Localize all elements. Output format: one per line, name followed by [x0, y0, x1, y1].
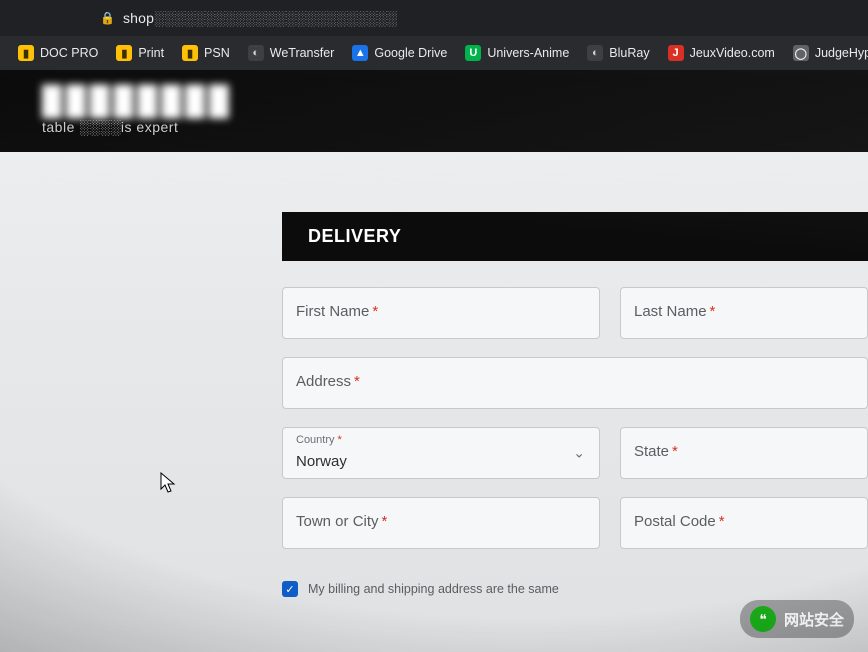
- postal-input[interactable]: [620, 497, 868, 549]
- lock-icon: 🔒: [100, 11, 115, 25]
- bookmark-print[interactable]: ▮Print: [110, 41, 170, 65]
- town-field-wrap: Town or City*: [282, 497, 600, 549]
- bookmark-bluray[interactable]: ◐BluRay: [581, 41, 655, 65]
- postal-field-wrap: Postal Code*: [620, 497, 868, 549]
- same-billing-row: ✓ My billing and shipping address are th…: [282, 581, 868, 597]
- country-field-wrap: ⌄ Country* Norway: [282, 427, 600, 479]
- address-field-wrap: Address*: [282, 357, 868, 409]
- logo-tagline: table ░░░░is expert: [42, 119, 233, 135]
- site-icon: J: [668, 45, 684, 61]
- watermark: ❝ 网站安全: [740, 600, 854, 638]
- first-name-field-wrap: First Name*: [282, 287, 600, 339]
- state-input[interactable]: [620, 427, 868, 479]
- site-logo[interactable]: ████████ table ░░░░is expert: [42, 87, 233, 135]
- country-value: Norway: [296, 453, 347, 470]
- same-billing-checkbox[interactable]: ✓: [282, 581, 298, 597]
- same-billing-label: My billing and shipping address are the …: [308, 582, 559, 596]
- bookmark-univers-anime[interactable]: UUnivers-Anime: [459, 41, 575, 65]
- folder-icon: ▮: [182, 45, 198, 61]
- url-text: shop░░░░░░░░░░░░░░░░░░░░░░░░: [123, 10, 397, 26]
- bookmarks-bar: ▮DOC PRO ▮Print ▮PSN ◐WeTransfer ▲Google…: [0, 36, 868, 70]
- delivery-form: First Name* Last Name* Address* ⌄: [282, 261, 868, 597]
- wechat-icon: ❝: [750, 606, 776, 632]
- site-icon: U: [465, 45, 481, 61]
- bookmark-google-drive[interactable]: ▲Google Drive: [346, 41, 453, 65]
- address-input[interactable]: [282, 357, 868, 409]
- page: ████████ table ░░░░is expert DELIVERY Fi…: [0, 70, 868, 652]
- site-header: ████████ table ░░░░is expert: [0, 70, 868, 152]
- folder-icon: ▮: [18, 45, 34, 61]
- last-name-field-wrap: Last Name*: [620, 287, 868, 339]
- browser-url-bar[interactable]: 🔒 shop░░░░░░░░░░░░░░░░░░░░░░░░: [0, 0, 868, 36]
- watermark-text: 网站安全: [784, 609, 844, 630]
- last-name-input[interactable]: [620, 287, 868, 339]
- state-field-wrap: State*: [620, 427, 868, 479]
- bookmark-doc-pro[interactable]: ▮DOC PRO: [12, 41, 104, 65]
- globe-icon: ◐: [587, 45, 603, 61]
- folder-icon: ▮: [116, 45, 132, 61]
- section-title-delivery: DELIVERY: [282, 212, 868, 261]
- bookmark-psn[interactable]: ▮PSN: [176, 41, 236, 65]
- drive-icon: ▲: [352, 45, 368, 61]
- bookmark-judgehype[interactable]: ◯JudgeHype: [787, 41, 868, 65]
- chevron-down-icon: ⌄: [573, 445, 585, 462]
- site-icon: ◯: [793, 45, 809, 61]
- town-input[interactable]: [282, 497, 600, 549]
- bookmark-jeuxvideo[interactable]: JJeuxVideo.com: [662, 41, 781, 65]
- globe-icon: ◐: [248, 45, 264, 61]
- bookmark-wetransfer[interactable]: ◐WeTransfer: [242, 41, 341, 65]
- first-name-input[interactable]: [282, 287, 600, 339]
- logo-main: ████████: [42, 87, 233, 115]
